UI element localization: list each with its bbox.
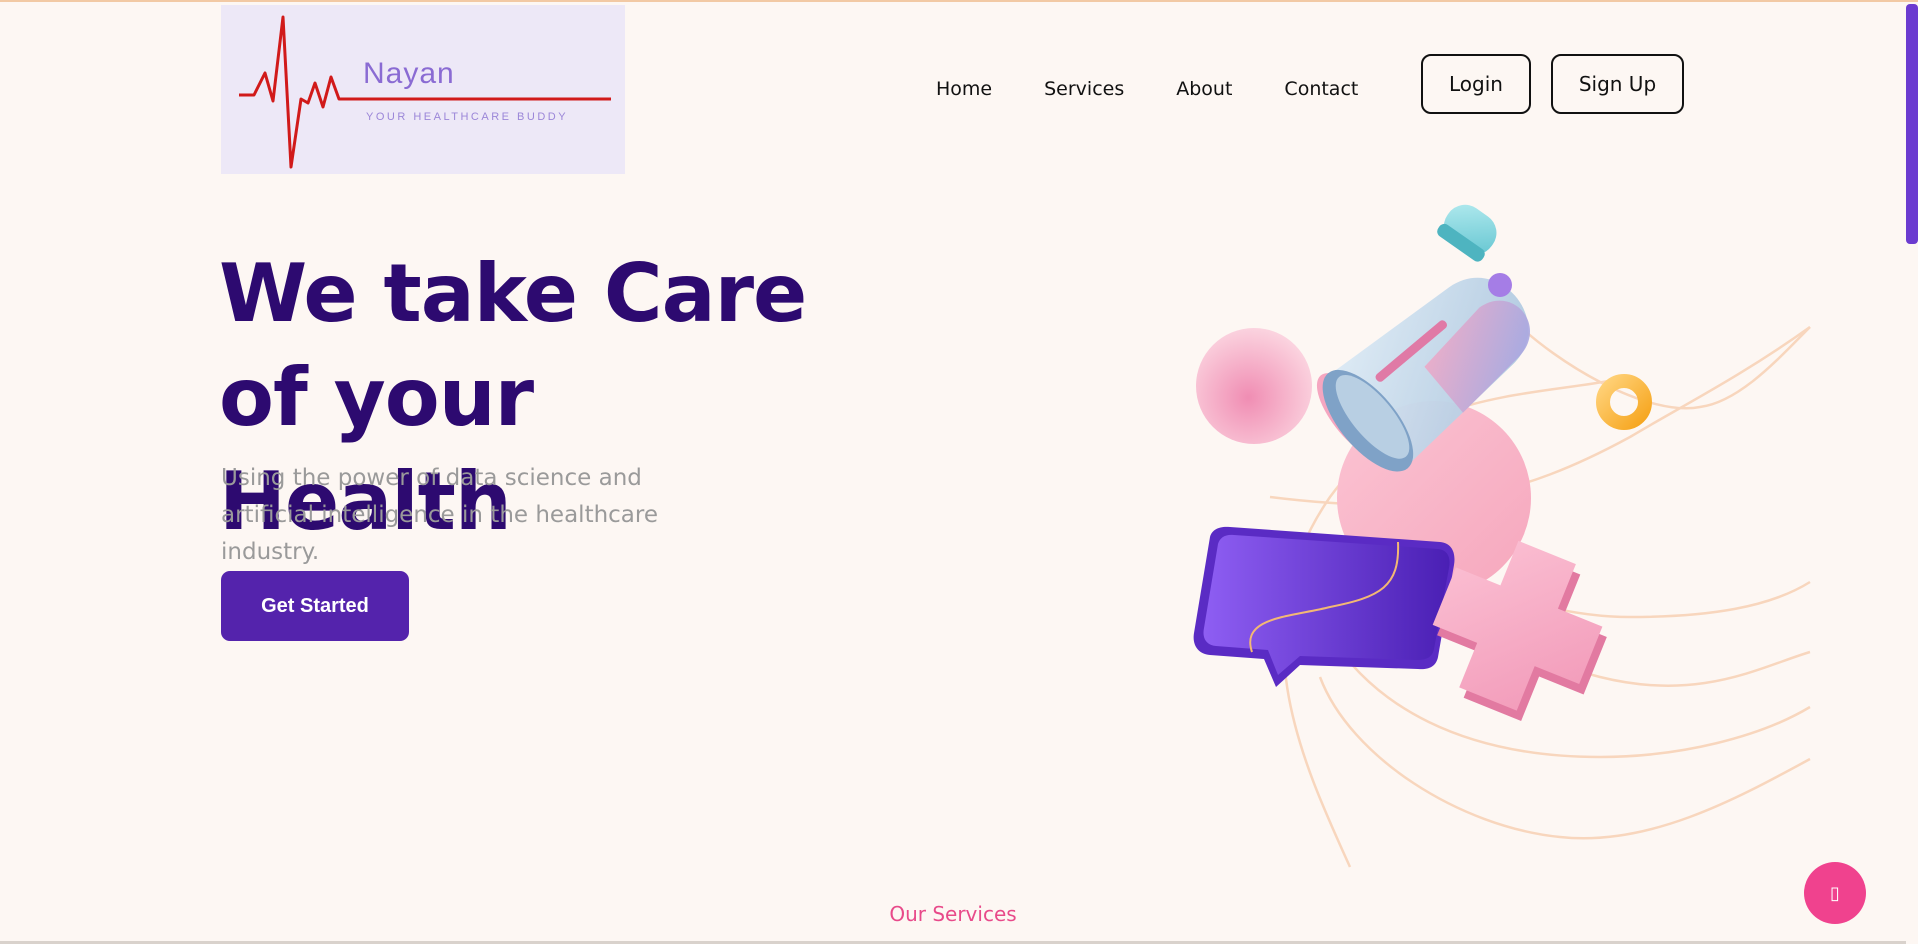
main-nav: Home Services About Contact: [936, 78, 1410, 100]
nav-home[interactable]: Home: [936, 78, 992, 100]
hero-title-line-1: We take Care: [219, 247, 807, 340]
brand-tagline: YOUR HEALTHCARE BUDDY: [366, 111, 569, 123]
nav-services[interactable]: Services: [1044, 78, 1124, 100]
chat-icon: ▯: [1830, 882, 1840, 904]
scrollbar-thumb[interactable]: [1906, 4, 1918, 244]
brand-name: Nayan: [363, 57, 455, 90]
page-scrollbar[interactable]: [1906, 2, 1918, 944]
login-button[interactable]: Login: [1421, 54, 1531, 114]
signup-button[interactable]: Sign Up: [1551, 54, 1684, 114]
nav-about[interactable]: About: [1176, 78, 1232, 100]
brand-logo[interactable]: Nayan YOUR HEALTHCARE BUDDY: [221, 5, 625, 174]
healthcare-illustration: [1193, 204, 1811, 868]
chat-button[interactable]: ▯: [1804, 862, 1866, 924]
our-services-label: Our Services: [889, 902, 1017, 926]
landing-page: Nayan YOUR HEALTHCARE BUDDY Home Service…: [0, 0, 1918, 944]
get-started-button[interactable]: Get Started: [221, 571, 409, 641]
hero-subtitle: Using the power of data science and arti…: [221, 465, 658, 565]
nav-contact[interactable]: Contact: [1284, 78, 1358, 100]
